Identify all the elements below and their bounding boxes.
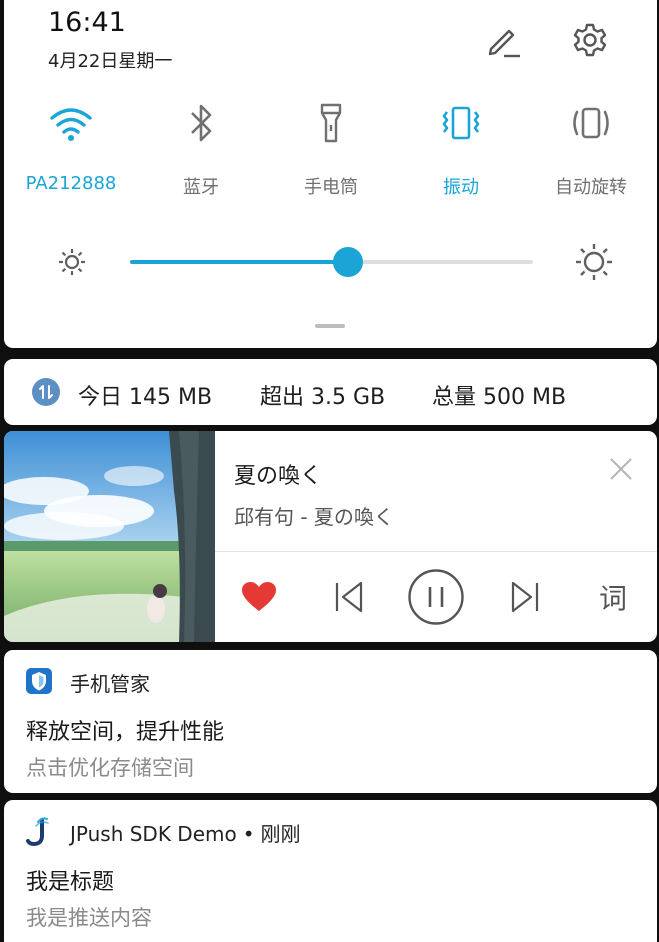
lyrics-button[interactable]: 词 bbox=[590, 567, 636, 627]
notification-time: 刚刚 bbox=[260, 822, 301, 846]
shield-icon bbox=[26, 668, 52, 694]
vibrate-icon bbox=[442, 106, 480, 140]
tile-label: 手电筒 bbox=[304, 177, 358, 198]
bluetooth-icon bbox=[191, 104, 212, 142]
divider bbox=[215, 551, 657, 552]
data-today: 今日 145 MB bbox=[78, 385, 213, 410]
jpush-logo-icon bbox=[26, 817, 49, 846]
next-button[interactable] bbox=[500, 567, 550, 627]
brightness-low-icon bbox=[52, 238, 92, 286]
quick-settings-panel: 16:41 4月22日星期一 PA212888 蓝牙 手电筒 振动 自动旋转 bbox=[4, 0, 657, 348]
flashlight-icon bbox=[320, 103, 342, 143]
song-artist: 邱有句 - 夏の喚く bbox=[234, 505, 394, 529]
album-art bbox=[4, 431, 215, 642]
brightness-slider-thumb[interactable] bbox=[332, 247, 363, 277]
notification-app-name: 手机管家 bbox=[70, 672, 150, 696]
tile-label: PA212888 bbox=[25, 173, 117, 194]
music-player-card[interactable]: 夏の喚く 邱有句 - 夏の喚く 词 bbox=[4, 431, 657, 642]
notification-phone-manager[interactable]: 手机管家 释放空间，提升性能 点击优化存储空间 bbox=[4, 650, 657, 793]
tile-autorotate[interactable]: 自动旋转 bbox=[526, 98, 656, 198]
skip-previous-icon bbox=[335, 581, 363, 613]
close-icon bbox=[610, 458, 632, 480]
brightness-slider-fill bbox=[130, 260, 348, 264]
data-exceeded: 超出 3.5 GB bbox=[260, 385, 386, 410]
gear-icon bbox=[573, 23, 607, 57]
notification-title: 释放空间，提升性能 bbox=[26, 720, 225, 745]
notification-body: 我是推送内容 bbox=[26, 906, 152, 930]
tile-bluetooth[interactable]: 蓝牙 bbox=[136, 98, 266, 198]
notification-jpush[interactable]: JPush SDK Demo • 刚刚 我是标题 我是推送内容 bbox=[4, 800, 657, 942]
tile-label: 自动旋转 bbox=[555, 177, 627, 198]
brightness-row bbox=[4, 238, 657, 286]
data-usage-card[interactable]: 今日 145 MB 超出 3.5 GB 总量 500 MB bbox=[4, 359, 657, 425]
settings-button[interactable] bbox=[568, 18, 612, 62]
notification-app-name: JPush SDK Demo bbox=[70, 822, 237, 846]
pause-icon bbox=[408, 569, 464, 625]
tile-wifi[interactable]: PA212888 bbox=[6, 98, 136, 198]
data-transfer-icon bbox=[32, 378, 60, 406]
tile-vibrate[interactable]: 振动 bbox=[396, 98, 526, 198]
tile-flashlight[interactable]: 手电筒 bbox=[266, 98, 396, 198]
pencil-icon bbox=[488, 29, 520, 58]
edit-button[interactable] bbox=[480, 18, 524, 62]
brightness-high-icon bbox=[570, 238, 618, 286]
brightness-slider[interactable] bbox=[130, 260, 533, 264]
notification-body: 点击优化存储空间 bbox=[26, 756, 194, 780]
notification-title: 我是标题 bbox=[26, 870, 115, 895]
previous-button[interactable] bbox=[324, 567, 374, 627]
wifi-icon bbox=[50, 108, 92, 141]
skip-next-icon bbox=[511, 581, 539, 613]
data-total: 总量 500 MB bbox=[432, 385, 567, 410]
song-title: 夏の喚く bbox=[234, 464, 323, 489]
panel-drag-handle[interactable] bbox=[315, 324, 345, 328]
close-music-button[interactable] bbox=[608, 456, 634, 486]
heart-icon bbox=[242, 582, 276, 611]
tile-label: 蓝牙 bbox=[183, 177, 219, 198]
tile-label: 振动 bbox=[443, 177, 479, 198]
rotate-icon bbox=[573, 107, 609, 139]
separator-dot: • bbox=[242, 822, 255, 846]
notification-header: JPush SDK Demo • 刚刚 bbox=[70, 818, 301, 847]
like-button[interactable] bbox=[234, 567, 284, 627]
clock-date: 4月22日星期一 bbox=[48, 51, 173, 72]
pause-button[interactable] bbox=[406, 567, 466, 627]
clock-time: 16:41 bbox=[48, 7, 126, 38]
